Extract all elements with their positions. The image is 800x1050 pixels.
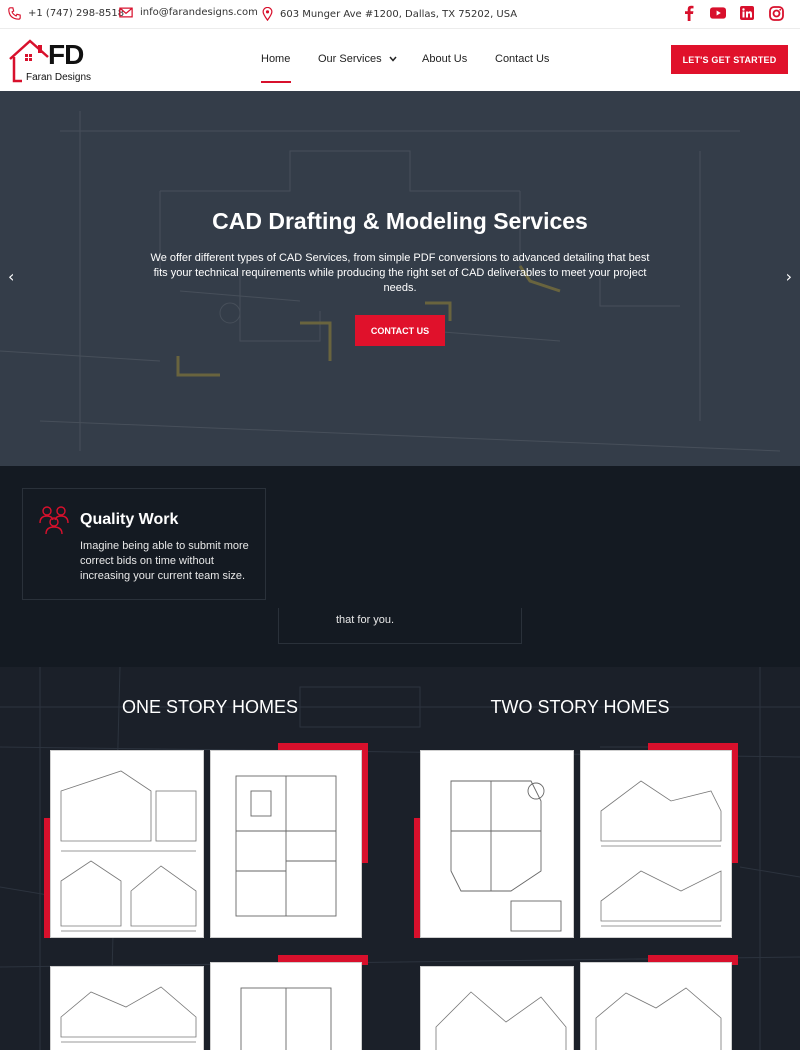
features-section: Quality Work Imagine being able to submi… [0, 466, 800, 667]
elevation-drawing [60, 986, 197, 1043]
active-nav-underline [261, 81, 291, 83]
linkedin-icon[interactable] [739, 5, 755, 21]
street-address: 603 Munger Ave #1200, Dallas, TX 75202, … [280, 8, 518, 20]
hero-subtitle: We offer different types of CAD Services… [150, 252, 650, 294]
floor-plan-drawing [240, 987, 332, 1050]
two-story-plan-tile-2[interactable] [580, 743, 738, 941]
one-story-plan-tile-3[interactable] [44, 962, 204, 1050]
location-pin-icon [262, 7, 273, 21]
nav-contact-us[interactable]: Contact Us [495, 53, 549, 65]
quality-work-card: Quality Work Imagine being able to submi… [22, 488, 266, 600]
portfolio-section: ONE STORY HOMES TWO STORY HOMES [0, 667, 800, 1050]
one-story-plan-tile-1[interactable] [44, 750, 204, 942]
youtube-icon[interactable] [710, 5, 726, 21]
social-links [681, 5, 784, 21]
one-story-homes-heading: ONE STORY HOMES [121, 697, 299, 717]
elevation-drawing [595, 987, 722, 1050]
instagram-icon[interactable] [768, 5, 784, 21]
lets-get-started-button[interactable]: LET'S GET STARTED [671, 45, 788, 74]
quality-work-title: Quality Work [80, 511, 179, 528]
one-story-plan-tile-4[interactable] [210, 955, 368, 1050]
nav-home[interactable]: Home [261, 53, 290, 65]
hero-slider: ‹ › CAD Drafting & Modeling Services We … [0, 91, 800, 466]
address-info: 603 Munger Ave #1200, Dallas, TX 75202, … [262, 7, 517, 21]
hero-contact-button[interactable]: CONTACT US [355, 315, 445, 346]
one-story-plan-tile-2[interactable] [210, 743, 368, 941]
elevation-drawing [435, 991, 567, 1050]
nav-about-us[interactable]: About Us [422, 53, 467, 65]
two-story-plan-tile-4[interactable] [580, 955, 738, 1050]
two-story-plan-tile-1[interactable] [414, 750, 574, 942]
quality-work-text: Imagine being able to submit more correc… [80, 540, 249, 582]
feature-card-secondary: that for you. [278, 608, 522, 644]
facebook-icon[interactable] [681, 5, 697, 21]
elevation-drawing [600, 780, 722, 927]
slider-next-arrow-icon[interactable]: › [786, 267, 792, 286]
nav-our-services[interactable]: Our Services [318, 53, 397, 65]
two-story-homes-heading: TWO STORY HOMES [490, 697, 670, 717]
hero-title: CAD Drafting & Modeling Services [212, 208, 588, 234]
chevron-down-icon [389, 56, 397, 62]
floor-plan-drawing [235, 775, 337, 917]
site-header: FD Faran Designs Home Our Services About… [0, 29, 800, 91]
site-logo[interactable]: FD Faran Designs [8, 37, 98, 85]
top-contact-bar: +1 (747) 298-8518 info@farandesigns.com … [0, 0, 800, 29]
team-icon [39, 506, 69, 535]
email-info[interactable]: info@farandesigns.com [119, 7, 258, 18]
phone-info[interactable]: +1 (747) 298-8518 [8, 7, 124, 20]
feature-card-secondary-text: that for you. [336, 614, 395, 626]
phone-icon [8, 7, 21, 20]
email-address: info@farandesigns.com [140, 7, 258, 18]
logo-company-name: Faran Designs [26, 72, 92, 83]
slider-prev-arrow-icon[interactable]: ‹ [8, 267, 14, 286]
logo-monogram: FD [48, 39, 84, 70]
mail-icon [119, 7, 133, 18]
two-story-plan-tile-3[interactable] [414, 962, 574, 1050]
nav-our-services-label: Our Services [318, 53, 382, 65]
phone-number: +1 (747) 298-8518 [28, 8, 125, 19]
elevation-drawing [60, 770, 197, 932]
floor-plan-drawing [450, 780, 562, 932]
